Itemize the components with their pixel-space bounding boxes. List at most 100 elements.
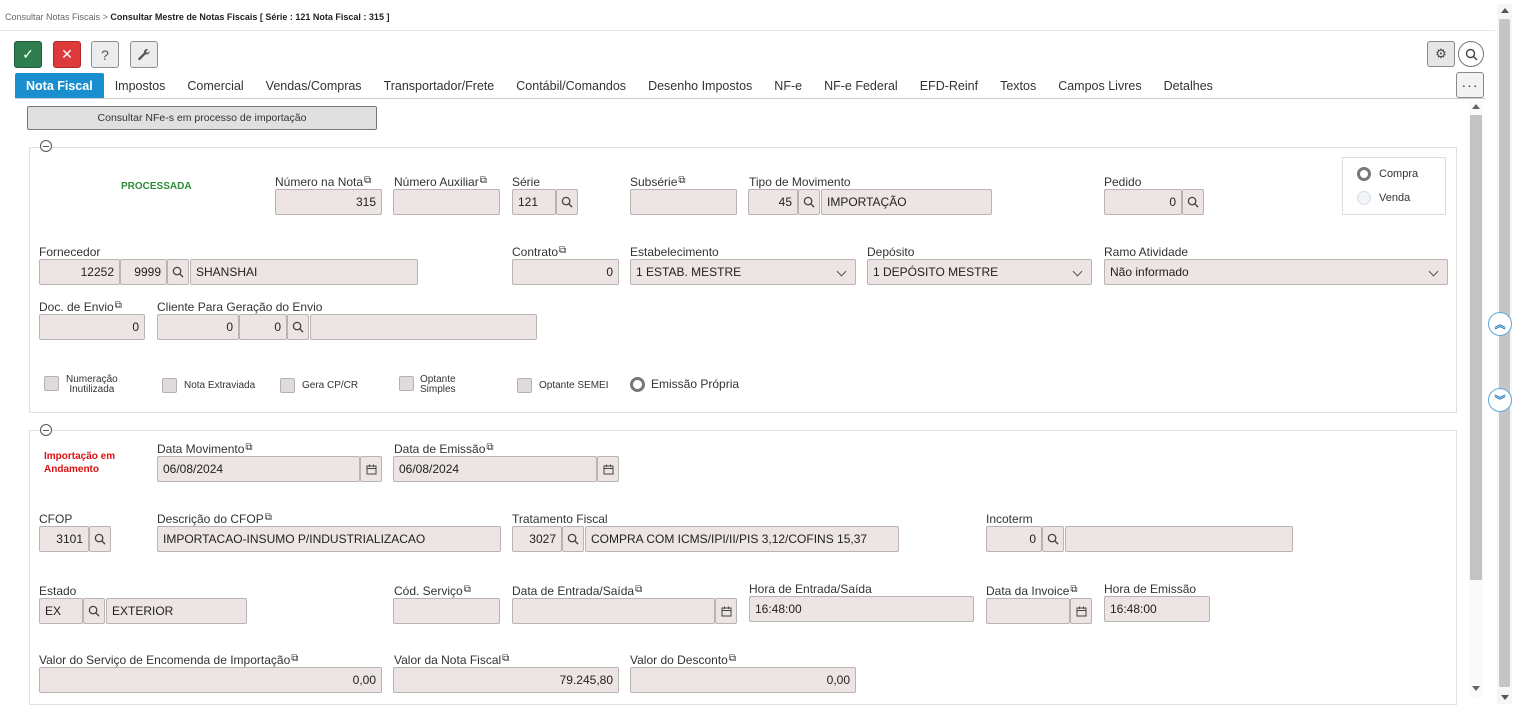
- tab-nota-fiscal[interactable]: Nota Fiscal: [15, 73, 104, 98]
- optante-semei-checkbox[interactable]: [517, 378, 532, 393]
- data-entrada-field[interactable]: [512, 598, 715, 624]
- scroll-bottom-button[interactable]: ︾: [1488, 388, 1512, 412]
- emissao-propria-label: Emissão Própria: [651, 377, 740, 391]
- cfop-search-button[interactable]: [89, 526, 111, 552]
- tab-transportador-frete[interactable]: Transportador/Frete: [373, 73, 506, 98]
- hora-emissao-field[interactable]: 16:48:00: [1104, 596, 1210, 622]
- data-movimento-label: Data Movimento⧉: [157, 442, 253, 456]
- hora-entrada-field[interactable]: 16:48:00: [749, 596, 974, 622]
- numeracao-inutilizada-checkbox[interactable]: [44, 376, 59, 391]
- gera-cp-cr-checkbox[interactable]: [280, 378, 295, 393]
- data-emissao-calendar-button[interactable]: [597, 456, 619, 482]
- settings-button[interactable]: ⚙: [1427, 41, 1455, 67]
- contrato-field[interactable]: 0: [512, 259, 619, 285]
- copy-icon: ⧉: [635, 584, 643, 595]
- valor-desconto-field[interactable]: 0,00: [630, 667, 856, 693]
- cfop-field[interactable]: 3101: [39, 526, 89, 552]
- data-movimento-field[interactable]: 06/08/2024: [157, 456, 360, 482]
- chevron-down-icon: [836, 266, 847, 277]
- incoterm-search-button[interactable]: [1042, 526, 1064, 552]
- estabelecimento-select[interactable]: 1 ESTAB. MESTRE: [630, 259, 856, 285]
- optante-simples-checkbox[interactable]: [399, 376, 414, 391]
- emissao-propria-radio[interactable]: [630, 377, 645, 392]
- tipo-movimento-code-field[interactable]: 45: [748, 189, 798, 215]
- more-options-button[interactable]: ···: [1456, 72, 1484, 98]
- doc-envio-field[interactable]: 0: [39, 314, 145, 340]
- tratamento-fiscal-search-button[interactable]: [562, 526, 584, 552]
- tratamento-fiscal-code-field[interactable]: 3027: [512, 526, 562, 552]
- page-scroll-down-arrow[interactable]: [1501, 695, 1509, 700]
- estado-search-button[interactable]: [83, 598, 105, 624]
- tipo-movimento-search-button[interactable]: [798, 189, 820, 215]
- tab-nfe-federal[interactable]: NF-e Federal: [813, 73, 909, 98]
- subserie-field[interactable]: [630, 189, 737, 215]
- cliente-envio-code-field[interactable]: 0: [157, 314, 239, 340]
- valor-servico-field[interactable]: 0,00: [39, 667, 382, 693]
- tab-vendas-compras[interactable]: Vendas/Compras: [255, 73, 373, 98]
- chevron-down-icon: [1428, 266, 1439, 277]
- serie-search-button[interactable]: [556, 189, 578, 215]
- serie-field[interactable]: 121: [512, 189, 556, 215]
- deposito-select[interactable]: 1 DEPÓSITO MESTRE: [867, 259, 1092, 285]
- tab-efd-reinf[interactable]: EFD-Reinf: [909, 73, 989, 98]
- estado-code-field[interactable]: EX: [39, 598, 83, 624]
- pedido-field[interactable]: 0: [1104, 189, 1182, 215]
- descricao-cfop-field[interactable]: IMPORTACAO-INSUMO P/INDUSTRIALIZACAO: [157, 526, 501, 552]
- numero-auxiliar-label: Número Auxiliar⧉: [394, 175, 487, 189]
- scroll-top-button[interactable]: ︽: [1488, 312, 1512, 336]
- check-icon: ✓: [22, 46, 34, 62]
- copy-icon: ⧉: [559, 245, 567, 256]
- tab-campos-livres[interactable]: Campos Livres: [1047, 73, 1152, 98]
- data-invoice-field[interactable]: [986, 598, 1070, 624]
- cancel-button[interactable]: ✕: [53, 41, 81, 68]
- data-entrada-calendar-button[interactable]: [715, 598, 737, 624]
- global-search-button[interactable]: [1458, 41, 1484, 67]
- tipo-movimento-desc-field: IMPORTAÇÃO: [821, 189, 992, 215]
- tools-button[interactable]: [130, 41, 158, 68]
- cod-servico-field[interactable]: [393, 598, 500, 624]
- compra-venda-group: [1342, 157, 1446, 215]
- copy-icon: ⧉: [291, 653, 299, 664]
- tab-comercial[interactable]: Comercial: [176, 73, 254, 98]
- valor-desconto-label: Valor do Desconto⧉: [630, 653, 736, 667]
- numero-nota-field[interactable]: 315: [275, 189, 382, 215]
- compra-radio[interactable]: [1357, 167, 1371, 181]
- tab-desenho-impostos[interactable]: Desenho Impostos: [637, 73, 763, 98]
- ramo-atividade-select[interactable]: Não informado: [1104, 259, 1448, 285]
- nota-extraviada-checkbox[interactable]: [162, 378, 177, 393]
- numero-auxiliar-field[interactable]: [393, 189, 500, 215]
- content-scroll-up-arrow[interactable]: [1472, 104, 1480, 109]
- tab-nfe[interactable]: NF-e: [763, 73, 813, 98]
- help-button[interactable]: ?: [91, 41, 119, 68]
- tab-contabil-comandos[interactable]: Contábil/Comandos: [505, 73, 637, 98]
- page-scroll-up-arrow[interactable]: [1501, 8, 1509, 13]
- breadcrumb-root[interactable]: Consultar Notas Fiscais: [5, 12, 100, 22]
- data-movimento-calendar-button[interactable]: [360, 456, 382, 482]
- collapse-section2-icon[interactable]: [40, 424, 52, 436]
- data-emissao-field[interactable]: 06/08/2024: [393, 456, 597, 482]
- page-scrollbar-thumb[interactable]: [1499, 19, 1510, 687]
- valor-nota-field[interactable]: 79.245,80: [393, 667, 619, 693]
- cliente-envio-sub-field[interactable]: 0: [239, 314, 287, 340]
- fornecedor-search-button[interactable]: [167, 259, 189, 285]
- cliente-envio-search-button[interactable]: [287, 314, 309, 340]
- data-entrada-label: Data de Entrada/Saída⧉: [512, 584, 643, 598]
- copy-icon: ⧉: [486, 442, 494, 453]
- consult-import-button[interactable]: Consultar NFe-s em processo de importaçã…: [27, 106, 377, 130]
- content-scroll-down-arrow[interactable]: [1472, 686, 1480, 691]
- data-invoice-calendar-button[interactable]: [1070, 598, 1092, 624]
- collapse-section1-icon[interactable]: [40, 140, 52, 152]
- fornecedor-code-field[interactable]: 12252: [39, 259, 120, 285]
- calendar-icon: [721, 606, 731, 616]
- content-scrollbar-thumb[interactable]: [1470, 115, 1482, 580]
- confirm-button[interactable]: ✓: [14, 41, 42, 68]
- tab-detalhes[interactable]: Detalhes: [1153, 73, 1224, 98]
- tab-textos[interactable]: Textos: [989, 73, 1047, 98]
- fornecedor-sub-field[interactable]: 9999: [120, 259, 167, 285]
- search-icon: [94, 533, 106, 545]
- serie-label: Série: [512, 175, 541, 189]
- tab-impostos[interactable]: Impostos: [104, 73, 177, 98]
- venda-radio[interactable]: [1357, 191, 1371, 205]
- incoterm-code-field[interactable]: 0: [986, 526, 1042, 552]
- pedido-search-button[interactable]: [1182, 189, 1204, 215]
